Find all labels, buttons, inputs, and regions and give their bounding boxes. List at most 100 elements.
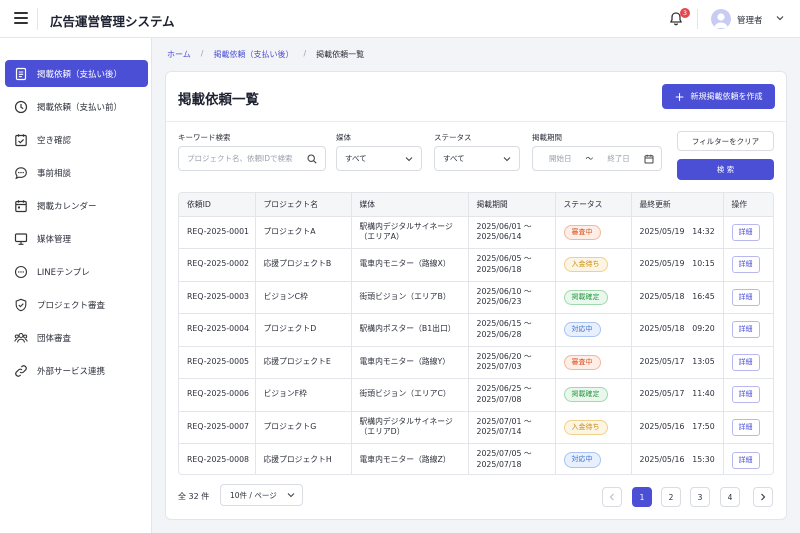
keyword-search-input[interactable]: プロジェクト名、依頼IDで検索 [178, 146, 326, 171]
page-button[interactable]: 3 [690, 487, 710, 507]
search-icon [307, 153, 317, 164]
period-end: 2025/07/08 [476, 394, 522, 404]
users-icon [14, 331, 28, 345]
divider [37, 8, 38, 30]
updated-at: 2025/05/19 10:15 [631, 248, 724, 282]
status-cell: 対応中 [555, 313, 632, 347]
detail-button[interactable]: 詳細 [731, 223, 760, 241]
period-start: 2025/06/15 〜 [476, 319, 532, 329]
project-name: プロジェクトD [255, 313, 352, 347]
end-date-placeholder[interactable]: 終了日 [607, 153, 630, 164]
sidebar-item-line-template[interactable]: LINEテンプレ [5, 258, 148, 285]
sidebar-item-label: 掲載依頼（支払い後） [37, 69, 123, 80]
detail-button[interactable]: 詳細 [731, 451, 760, 469]
search-button[interactable]: 検 索 [677, 159, 774, 180]
updated-at: 2025/05/19 14:32 [631, 216, 724, 249]
breadcrumb-separator: / [200, 49, 204, 58]
project-name: 応援プロジェクトH [255, 443, 352, 474]
new-request-button[interactable]: + 新規掲載依頼を作成 [662, 84, 775, 109]
page-title: 掲載依頼一覧 [178, 92, 259, 108]
clear-filters-button[interactable]: フィルターをクリア [677, 131, 774, 151]
media-name: 駅構内デジタルサイネージ（エリアA） [351, 216, 469, 249]
project-name: 応援プロジェクトB [255, 248, 352, 282]
sidebar-item-paid-requests[interactable]: 掲載依頼（支払い後） [5, 60, 148, 87]
status-cell: 入金待ち [555, 248, 632, 282]
next-page-button[interactable] [753, 487, 773, 507]
sidebar-item-unpaid-requests[interactable]: 掲載依頼（支払い前） [5, 93, 148, 120]
media-select[interactable]: すべて [336, 146, 422, 171]
updated-at: 2025/05/18 16:45 [631, 281, 724, 314]
updated-at: 2025/05/16 17:50 [631, 411, 724, 444]
period-start: 2025/06/10 〜 [476, 286, 532, 296]
main-card: 掲載依頼一覧 + 新規掲載依頼を作成 キーワード検索 プロジェクト名、依頼IDで… [165, 71, 787, 520]
start-date-placeholder[interactable]: 開始日 [549, 153, 572, 164]
status-cell: 入金待ち [555, 411, 632, 444]
menu-icon[interactable] [14, 12, 28, 26]
document-icon [14, 67, 28, 81]
status-select[interactable]: すべて [434, 146, 520, 171]
per-page-select[interactable]: 10件 / ページ [220, 484, 303, 506]
detail-button[interactable]: 詳細 [731, 353, 760, 371]
breadcrumb-current: 掲載依頼一覧 [316, 50, 365, 59]
breadcrumb-home[interactable]: ホーム [167, 49, 191, 60]
page-button[interactable]: 4 [720, 487, 740, 507]
keyword-label: キーワード検索 [178, 133, 231, 142]
period-cell: 2025/06/20 〜 2025/07/03 [468, 346, 556, 379]
actions-cell: 詳細 [723, 313, 773, 347]
sidebar-item-availability[interactable]: 空き確認 [5, 126, 148, 153]
column-header: 依頼ID [179, 193, 256, 217]
request-id: REQ-2025-0006 [179, 378, 256, 412]
link-icon [14, 364, 28, 378]
period-cell: 2025/06/10 〜 2025/06/23 [468, 281, 556, 314]
period-cell: 2025/07/05 〜 2025/07/18 [468, 443, 556, 474]
sidebar-item-external-services[interactable]: 外部サービス連携 [5, 357, 148, 384]
media-name: 街頭ビジョン（エリアB） [351, 281, 469, 314]
page-button[interactable]: 1 [632, 487, 652, 507]
detail-button[interactable]: 詳細 [731, 288, 760, 306]
media-value: すべて [345, 154, 367, 163]
column-header: 操作 [723, 193, 773, 217]
sidebar-item-media[interactable]: 媒体管理 [5, 225, 148, 252]
sidebar-item-project-review[interactable]: プロジェクト審査 [5, 291, 148, 318]
request-id: REQ-2025-0007 [179, 411, 256, 444]
page-button[interactable]: 2 [661, 487, 681, 507]
period-range-input[interactable]: 開始日 〜 終了日 [532, 146, 662, 171]
breadcrumb-parent[interactable]: 掲載依頼（支払い後） [213, 49, 293, 60]
request-id: REQ-2025-0005 [179, 346, 256, 379]
status-badge: 入金待ち [563, 257, 608, 273]
media-name: 電車内モニター（路線Y） [351, 346, 469, 379]
media-name: 電車内モニター（路線Z） [351, 443, 469, 474]
calendar-icon [644, 154, 654, 163]
status-badge: 審査中 [563, 224, 601, 240]
sidebar-item-label: プロジェクト審査 [37, 300, 106, 311]
sidebar-item-label: 空き確認 [37, 135, 72, 146]
chat-icon [14, 166, 28, 180]
request-id: REQ-2025-0004 [179, 313, 256, 347]
detail-button[interactable]: 詳細 [731, 418, 760, 436]
column-header: 最終更新 [631, 193, 724, 217]
chevron-down-icon [503, 156, 511, 161]
detail-button[interactable]: 詳細 [731, 321, 760, 339]
sidebar-item-label: 掲載カレンダー [37, 201, 97, 212]
column-header: 掲載期間 [468, 193, 556, 217]
user-icon [714, 13, 728, 28]
breadcrumb: ホーム / 掲載依頼（支払い後） / 掲載依頼一覧 [167, 49, 364, 60]
period-label: 掲載期間 [532, 133, 562, 142]
keyword-placeholder: プロジェクト名、依頼IDで検索 [187, 154, 293, 163]
column-header: 媒体 [351, 193, 469, 217]
sidebar-item-consultation[interactable]: 事前相談 [5, 159, 148, 186]
prev-page-button[interactable] [602, 487, 622, 507]
period-cell: 2025/06/01 〜 2025/06/14 [468, 216, 556, 249]
detail-button[interactable]: 詳細 [731, 256, 760, 274]
clock-icon [14, 100, 28, 114]
actions-cell: 詳細 [723, 281, 773, 314]
user-name[interactable]: 管理者 [737, 14, 763, 26]
period-cell: 2025/06/15 〜 2025/06/28 [468, 313, 556, 347]
chevron-down-icon[interactable] [776, 15, 784, 21]
status-cell: 対応中 [555, 443, 632, 474]
sidebar-item-group-review[interactable]: 団体審査 [5, 324, 148, 351]
detail-button[interactable]: 詳細 [731, 386, 760, 404]
status-badge: 掲載確定 [563, 289, 608, 305]
sidebar-item-calendar[interactable]: 掲載カレンダー [5, 192, 148, 219]
avatar[interactable] [711, 9, 731, 29]
